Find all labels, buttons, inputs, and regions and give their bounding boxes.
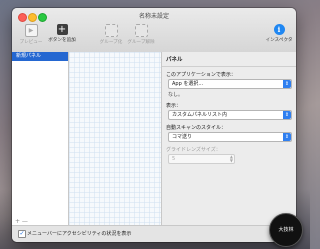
chevron-updown-icon: ⇕ [283, 80, 291, 88]
ungroup-icon [134, 24, 148, 37]
inspector-label: インスペクタ [265, 38, 293, 43]
stepper-arrows-icon[interactable]: ▲ ▼ [230, 155, 233, 163]
sidebar-item-new-panel[interactable]: 新規パネル [12, 52, 68, 61]
title-bar: 名称未設定 ▶ プレビュー + ボタンを追加 グループ化 グループ解除 i イン… [12, 8, 296, 53]
scan-style-value: コマ送り [172, 134, 193, 140]
info-icon: i [273, 24, 285, 35]
scan-style-label: 自動スキャンのスタイル： [166, 125, 227, 131]
app-select-value: App を選択... [172, 81, 204, 87]
inspector-header: パネル [162, 52, 296, 67]
preview-icon: ▶ [24, 24, 38, 37]
inspector-pane: パネル このアプリケーションで表示： App を選択... ⇕ なし。 表示： … [161, 52, 296, 226]
grid-size-stepper[interactable]: 5 ▲ ▼ [168, 154, 235, 164]
panel-editor-grid[interactable] [69, 52, 161, 226]
app-select[interactable]: App を選択... ⇕ [168, 79, 292, 89]
accessibility-status-checkbox[interactable]: ✓ [18, 230, 26, 238]
ungroup-label: グループ解除 [127, 40, 155, 45]
app-selected-text: なし。 [168, 92, 184, 98]
chevron-updown-icon: ⇕ [283, 111, 291, 119]
bottom-bar: ✓ メニューバーにアクセシビリティの状況を表示 [12, 225, 296, 242]
chevron-updown-icon: ⇕ [283, 133, 291, 141]
accessibility-status-label: メニューバーにアクセシビリティの状況を表示 [27, 231, 132, 237]
app-label: このアプリケーションで表示： [166, 72, 236, 78]
app-window: 名称未設定 ▶ プレビュー + ボタンを追加 グループ化 グループ解除 i イン… [12, 8, 296, 242]
plus-icon: + [56, 23, 68, 35]
grid-size-value: 5 [172, 156, 176, 162]
group-icon [104, 24, 118, 37]
display-select[interactable]: カスタムパネルリスト内 ⇕ [168, 110, 292, 120]
add-button-label: ボタンを追加 [48, 38, 76, 43]
add-button-button[interactable]: + ボタンを追加 [48, 24, 76, 43]
watermark-badge: 大技林 [269, 213, 303, 247]
group-button[interactable]: グループ化 [98, 24, 124, 45]
scan-style-select[interactable]: コマ送り ⇕ [168, 132, 292, 142]
grid-size-label: グライドレンズサイズ： [166, 147, 221, 153]
add-remove-controls[interactable]: + — [15, 218, 28, 225]
display-select-value: カスタムパネルリスト内 [172, 112, 228, 118]
ungroup-button[interactable]: グループ解除 [126, 24, 156, 45]
display-label: 表示： [166, 103, 182, 109]
preview-label: プレビュー [19, 40, 43, 45]
panel-list-sidebar: 新規パネル + — [12, 52, 69, 226]
inspector-button[interactable]: i インスペクタ [264, 24, 294, 43]
group-label: グループ化 [99, 40, 123, 45]
preview-button[interactable]: ▶ プレビュー [18, 24, 44, 45]
window-title: 名称未設定 [138, 13, 169, 20]
